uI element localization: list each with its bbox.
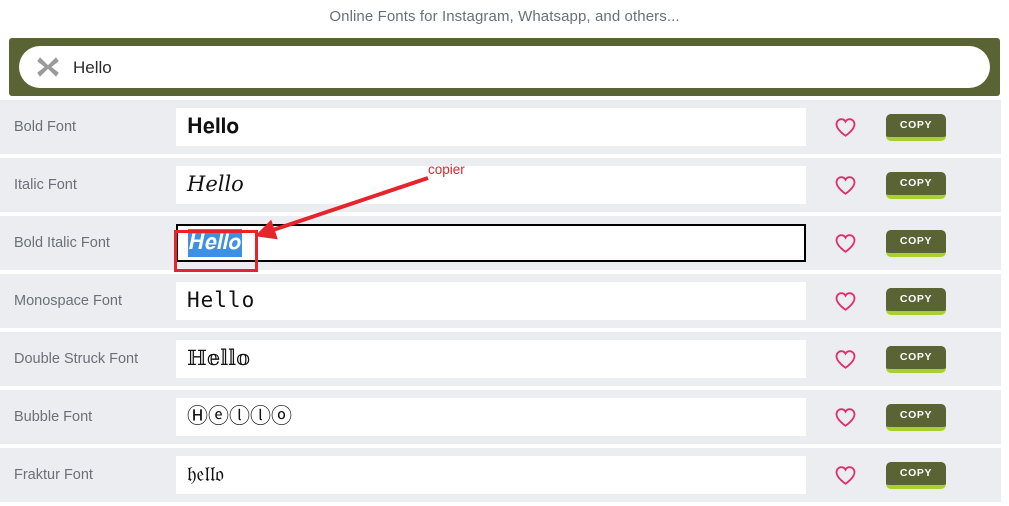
heart-icon[interactable] [834,232,857,255]
copy-button[interactable]: COPY [886,171,946,199]
copy-button-cell: COPY [886,229,946,257]
font-row-label: Bold Font [14,119,77,135]
font-row: Italic Font 𝐻𝑒𝑙𝑙𝑜 COPY [0,158,1001,212]
heart-icon[interactable] [834,464,857,487]
font-row: Bold Font 𝐇𝐞𝐥𝐥𝐨 COPY [0,100,1001,154]
font-row: Fraktur Font 𝔥𝔢𝔩𝔩𝔬 COPY [0,448,1001,502]
font-row: Double Struck Font ℍ𝕖𝕝𝕝𝕠 COPY [0,332,1001,386]
font-output-text: 𝔥𝔢𝔩𝔩𝔬 [187,462,224,487]
font-output-text: Ⓗⓔⓛⓛⓞ [187,404,292,429]
font-row-label: Double Struck Font [14,351,139,367]
copy-button-cell: COPY [886,461,946,489]
font-output-text: 𝐇𝐞𝐥𝐥𝐨 [187,114,240,139]
font-row-label: Bubble Font [14,409,93,425]
font-output-field[interactable]: 𝙷𝚎𝚕𝚕𝚘 [176,282,806,320]
favorite-button[interactable] [806,116,884,139]
favorite-button[interactable] [806,406,884,429]
font-row-label: Fraktur Font [14,467,93,483]
favorite-button[interactable] [806,174,884,197]
heart-icon[interactable] [834,348,857,371]
copy-button[interactable]: COPY [886,229,946,257]
font-output-field[interactable]: 𝐇𝐞𝐥𝐥𝐨 [176,108,806,146]
favorite-button[interactable] [806,348,884,371]
copy-button-cell: COPY [886,403,946,431]
font-output-text: 𝙷𝚎𝚕𝚕𝚘 [187,288,256,313]
copy-button[interactable]: COPY [886,113,946,141]
font-output-field[interactable]: 𝑯𝒆𝒍𝒍𝒐 [176,224,806,262]
font-row-label: Monospace Font [14,293,123,309]
font-row-label: Italic Font [14,177,77,193]
font-output-field[interactable]: ℍ𝕖𝕝𝕝𝕠 [176,340,806,378]
font-list: Bold Font 𝐇𝐞𝐥𝐥𝐨 COPY Italic Font 𝐻𝑒𝑙𝑙𝑜 COPY Bo… [0,100,1001,506]
font-row: Bold Italic Font 𝑯𝒆𝒍𝒍𝒐 COPY [0,216,1001,270]
favorite-button[interactable] [806,232,884,255]
search-bar: Hello [9,38,1000,96]
font-row: Bubble Font Ⓗⓔⓛⓛⓞ COPY [0,390,1001,444]
font-output-field[interactable]: 𝔥𝔢𝔩𝔩𝔬 [176,456,806,494]
heart-icon[interactable] [834,290,857,313]
heart-icon[interactable] [834,174,857,197]
copy-button[interactable]: COPY [886,461,946,489]
copy-button-cell: COPY [886,287,946,315]
font-output-field[interactable]: Ⓗⓔⓛⓛⓞ [176,398,806,436]
copy-button-cell: COPY [886,171,946,199]
close-x-icon[interactable] [35,54,61,80]
search-input-value: Hello [73,57,112,77]
font-row: Monospace Font 𝙷𝚎𝚕𝚕𝚘 COPY [0,274,1001,328]
font-output-text: 𝐻𝑒𝑙𝑙𝑜 [187,172,244,197]
favorite-button[interactable] [806,464,884,487]
heart-icon[interactable] [834,116,857,139]
copy-button-cell: COPY [886,113,946,141]
font-output-text: ℍ𝕖𝕝𝕝𝕠 [187,346,251,371]
copy-button[interactable]: COPY [886,403,946,431]
copy-button[interactable]: COPY [886,287,946,315]
copy-button-cell: COPY [886,345,946,373]
font-row-label: Bold Italic Font [14,235,110,251]
favorite-button[interactable] [806,290,884,313]
copy-button[interactable]: COPY [886,345,946,373]
heart-icon[interactable] [834,406,857,429]
search-input[interactable]: Hello [19,46,990,88]
font-output-text: 𝑯𝒆𝒍𝒍𝒐 [188,229,243,257]
font-output-field[interactable]: 𝐻𝑒𝑙𝑙𝑜 [176,166,806,204]
page-title: Online Fonts for Instagram, Whatsapp, an… [329,8,680,25]
